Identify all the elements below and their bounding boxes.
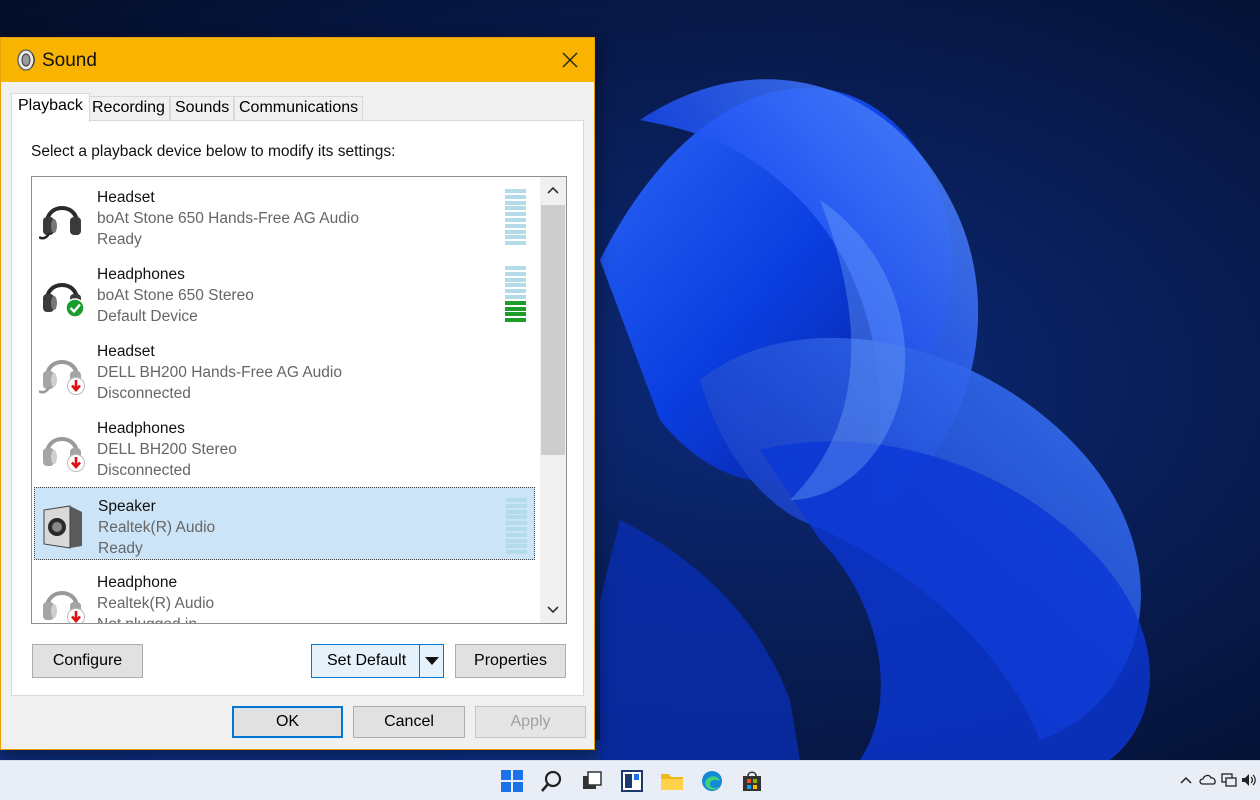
chevron-up-icon — [547, 186, 559, 194]
headphones-icon — [43, 437, 85, 472]
volume-icon — [1242, 774, 1256, 786]
network-button[interactable] — [1221, 773, 1237, 791]
device-description: boAt Stone 650 Hands-Free AG Audio — [97, 210, 359, 227]
widgets-button[interactable] — [620, 769, 644, 793]
sound-dialog: Sound Playback Recording Sounds Communic… — [0, 37, 595, 750]
onedrive-button[interactable] — [1199, 773, 1217, 789]
tab-playback[interactable]: Playback — [11, 93, 90, 122]
volume-meter — [506, 498, 527, 556]
ok-button[interactable]: OK — [232, 706, 343, 738]
close-button[interactable] — [546, 38, 594, 82]
disconnected-arrow-badge — [67, 377, 85, 395]
properties-label: Properties — [474, 652, 547, 669]
device-status: Disconnected — [97, 462, 191, 479]
set-default-dropdown-button[interactable] — [419, 644, 444, 678]
headphones-icon — [43, 591, 85, 623]
speaker-icon — [43, 505, 82, 549]
device-description: DELL BH200 Stereo — [97, 441, 237, 458]
tab-sounds[interactable]: Sounds — [170, 96, 235, 120]
chevron-up-icon — [1180, 776, 1192, 784]
device-list-scrollbar[interactable] — [540, 177, 566, 623]
file-explorer-icon — [661, 774, 683, 790]
tab-communications[interactable]: Communications — [234, 96, 364, 120]
onedrive-icon — [1199, 774, 1216, 785]
list-item[interactable]: Headphone Realtek(R) Audio Not plugged i… — [34, 564, 535, 623]
device-status: Ready — [97, 231, 142, 248]
list-item[interactable]: Headset boAt Stone 650 Hands-Free AG Aud… — [34, 179, 535, 252]
device-name: Headset — [97, 343, 155, 360]
set-default-label: Set Default — [327, 652, 407, 669]
list-item[interactable]: Headset DELL BH200 Hands-Free AG Audio D… — [34, 333, 535, 406]
list-item-selected[interactable]: Speaker Realtek(R) Audio Ready — [34, 487, 535, 560]
device-description: Realtek(R) Audio — [98, 519, 216, 536]
disconnected-arrow-badge — [67, 608, 85, 623]
window-title: Sound — [42, 50, 97, 71]
chevron-down-icon — [547, 606, 559, 614]
volume-meter — [505, 266, 526, 324]
device-status: Default Device — [97, 308, 198, 325]
device-status: Ready — [98, 540, 143, 557]
search-button[interactable] — [540, 769, 564, 793]
search-icon — [541, 770, 562, 792]
headset-icon — [39, 360, 85, 395]
configure-label: Configure — [52, 652, 123, 669]
headset-icon — [39, 206, 81, 240]
task-view-icon — [583, 771, 602, 789]
list-item[interactable]: Headphones boAt Stone 650 Stereo Default… — [34, 256, 535, 329]
headphones-icon — [43, 283, 85, 318]
instruction-text: Select a playback device below to modify… — [31, 143, 396, 160]
device-name: Speaker — [98, 498, 156, 515]
cancel-label: Cancel — [384, 713, 434, 730]
playback-tab-panel: Select a playback device below to modify… — [11, 120, 584, 696]
disconnected-arrow-badge — [67, 454, 85, 472]
store-button[interactable] — [740, 769, 764, 793]
scroll-down-button[interactable] — [540, 597, 566, 623]
close-icon — [562, 52, 578, 68]
apply-label: Apply — [510, 713, 551, 730]
scroll-thumb[interactable] — [541, 205, 565, 455]
start-button[interactable] — [500, 769, 524, 793]
volume-meter — [505, 189, 526, 247]
device-description: Realtek(R) Audio — [97, 595, 215, 612]
title-bar[interactable]: Sound — [1, 38, 594, 82]
edge-button[interactable] — [700, 769, 724, 793]
volume-button[interactable] — [1241, 773, 1257, 791]
file-explorer-button[interactable] — [660, 769, 684, 793]
store-icon — [743, 771, 761, 791]
device-status: Disconnected — [97, 385, 191, 402]
widgets-icon — [621, 770, 643, 792]
device-name: Headphones — [97, 420, 185, 437]
device-description: DELL BH200 Hands-Free AG Audio — [97, 364, 342, 381]
tab-recording[interactable]: Recording — [87, 96, 170, 120]
speaker-app-icon — [17, 49, 35, 71]
start-icon — [501, 770, 523, 792]
scroll-up-button[interactable] — [540, 177, 566, 203]
device-name: Headphones — [97, 266, 185, 283]
device-list[interactable]: Headset boAt Stone 650 Hands-Free AG Aud… — [31, 176, 567, 624]
apply-button[interactable]: Apply — [475, 706, 586, 738]
tray-overflow-button[interactable] — [1180, 773, 1192, 789]
properties-button[interactable]: Properties — [455, 644, 566, 678]
device-name: Headphone — [97, 574, 178, 591]
dropdown-arrow-icon — [425, 657, 439, 665]
cancel-button[interactable]: Cancel — [353, 706, 465, 738]
device-name: Headset — [97, 189, 155, 206]
device-description: boAt Stone 650 Stereo — [97, 287, 254, 304]
configure-button[interactable]: Configure — [32, 644, 143, 678]
list-item[interactable]: Headphones DELL BH200 Stereo Disconnecte… — [34, 410, 535, 483]
network-icon — [1221, 773, 1237, 787]
default-check-badge — [65, 298, 85, 318]
task-view-button[interactable] — [580, 769, 604, 793]
edge-icon — [702, 771, 722, 791]
taskbar — [0, 760, 1260, 800]
device-status: Not plugged in — [97, 616, 197, 623]
ok-label: OK — [275, 713, 300, 730]
